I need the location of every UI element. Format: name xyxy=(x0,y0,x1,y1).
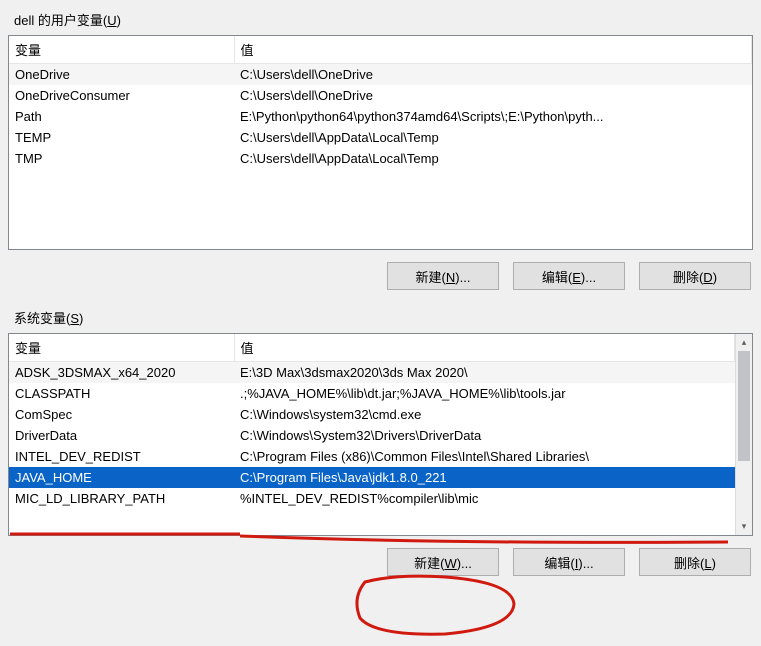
user-edit-button[interactable]: 编辑(E)... xyxy=(513,262,625,290)
table-row[interactable]: MIC_LD_LIBRARY_PATH%INTEL_DEV_REDIST%com… xyxy=(9,488,735,509)
system-vars-section: 系统变量(S) 变量 值 ADSK_3DSMAX_x64_2020E:\3D M… xyxy=(8,308,753,576)
user-vars-listbox[interactable]: 变量 值 OneDriveC:\Users\dell\OneDriveOneDr… xyxy=(8,35,753,250)
system-vars-listbox[interactable]: 变量 值 ADSK_3DSMAX_x64_2020E:\3D Max\3dsma… xyxy=(8,333,753,536)
var-cell: MIC_LD_LIBRARY_PATH xyxy=(9,488,234,509)
var-cell: JAVA_HOME xyxy=(9,467,234,488)
user-col-variable[interactable]: 变量 xyxy=(9,36,234,64)
system-delete-button[interactable]: 删除(L) xyxy=(639,548,751,576)
sys-col-value[interactable]: 值 xyxy=(234,334,735,362)
scroll-up-icon[interactable]: ▴ xyxy=(736,334,752,351)
var-cell: OneDrive xyxy=(9,64,234,86)
val-cell: E:\3D Max\3dsmax2020\3ds Max 2020\ xyxy=(234,362,735,384)
table-row[interactable]: ComSpecC:\Windows\system32\cmd.exe xyxy=(9,404,735,425)
table-row[interactable]: DriverDataC:\Windows\System32\Drivers\Dr… xyxy=(9,425,735,446)
val-cell: C:\Users\dell\AppData\Local\Temp xyxy=(234,148,752,169)
var-cell: DriverData xyxy=(9,425,234,446)
var-cell: TEMP xyxy=(9,127,234,148)
val-cell: E:\Python\python64\python374amd64\Script… xyxy=(234,106,752,127)
table-row[interactable]: JAVA_HOMEC:\Program Files\Java\jdk1.8.0_… xyxy=(9,467,735,488)
var-cell: ComSpec xyxy=(9,404,234,425)
user-vars-label: dell 的用户变量(U) xyxy=(14,10,753,29)
user-vars-section: dell 的用户变量(U) 变量 值 OneDriveC:\Users\dell… xyxy=(8,10,753,290)
table-row[interactable]: TEMPC:\Users\dell\AppData\Local\Temp xyxy=(9,127,752,148)
table-row[interactable]: INTEL_DEV_REDISTC:\Program Files (x86)\C… xyxy=(9,446,735,467)
val-cell: C:\Program Files\Java\jdk1.8.0_221 xyxy=(234,467,735,488)
val-cell: C:\Windows\System32\Drivers\DriverData xyxy=(234,425,735,446)
var-cell: ADSK_3DSMAX_x64_2020 xyxy=(9,362,234,384)
var-cell: INTEL_DEV_REDIST xyxy=(9,446,234,467)
system-new-button[interactable]: 新建(W)... xyxy=(387,548,499,576)
scroll-down-icon[interactable]: ▾ xyxy=(736,518,752,535)
var-cell: OneDriveConsumer xyxy=(9,85,234,106)
table-row[interactable]: CLASSPATH.;%JAVA_HOME%\lib\dt.jar;%JAVA_… xyxy=(9,383,735,404)
system-vars-buttons: 新建(W)... 编辑(I)... 删除(L) xyxy=(8,548,753,576)
system-vars-label: 系统变量(S) xyxy=(14,308,753,327)
table-row[interactable]: TMPC:\Users\dell\AppData\Local\Temp xyxy=(9,148,752,169)
system-edit-button[interactable]: 编辑(I)... xyxy=(513,548,625,576)
val-cell: C:\Users\dell\AppData\Local\Temp xyxy=(234,127,752,148)
table-row[interactable]: OneDriveC:\Users\dell\OneDrive xyxy=(9,64,752,86)
table-row[interactable]: OneDriveConsumerC:\Users\dell\OneDrive xyxy=(9,85,752,106)
table-row[interactable]: ADSK_3DSMAX_x64_2020E:\3D Max\3dsmax2020… xyxy=(9,362,735,384)
var-cell: Path xyxy=(9,106,234,127)
sys-col-variable[interactable]: 变量 xyxy=(9,334,234,362)
var-cell: TMP xyxy=(9,148,234,169)
user-col-value[interactable]: 值 xyxy=(234,36,752,64)
scrollbar[interactable]: ▴ ▾ xyxy=(735,334,752,535)
table-row[interactable]: PathE:\Python\python64\python374amd64\Sc… xyxy=(9,106,752,127)
user-new-button[interactable]: 新建(N)... xyxy=(387,262,499,290)
user-vars-buttons: 新建(N)... 编辑(E)... 删除(D) xyxy=(8,262,753,290)
scroll-thumb[interactable] xyxy=(738,351,750,461)
user-delete-button[interactable]: 删除(D) xyxy=(639,262,751,290)
val-cell: .;%JAVA_HOME%\lib\dt.jar;%JAVA_HOME%\lib… xyxy=(234,383,735,404)
var-cell: CLASSPATH xyxy=(9,383,234,404)
val-cell: C:\Program Files (x86)\Common Files\Inte… xyxy=(234,446,735,467)
val-cell: C:\Users\dell\OneDrive xyxy=(234,64,752,86)
val-cell: %INTEL_DEV_REDIST%compiler\lib\mic xyxy=(234,488,735,509)
val-cell: C:\Windows\system32\cmd.exe xyxy=(234,404,735,425)
val-cell: C:\Users\dell\OneDrive xyxy=(234,85,752,106)
